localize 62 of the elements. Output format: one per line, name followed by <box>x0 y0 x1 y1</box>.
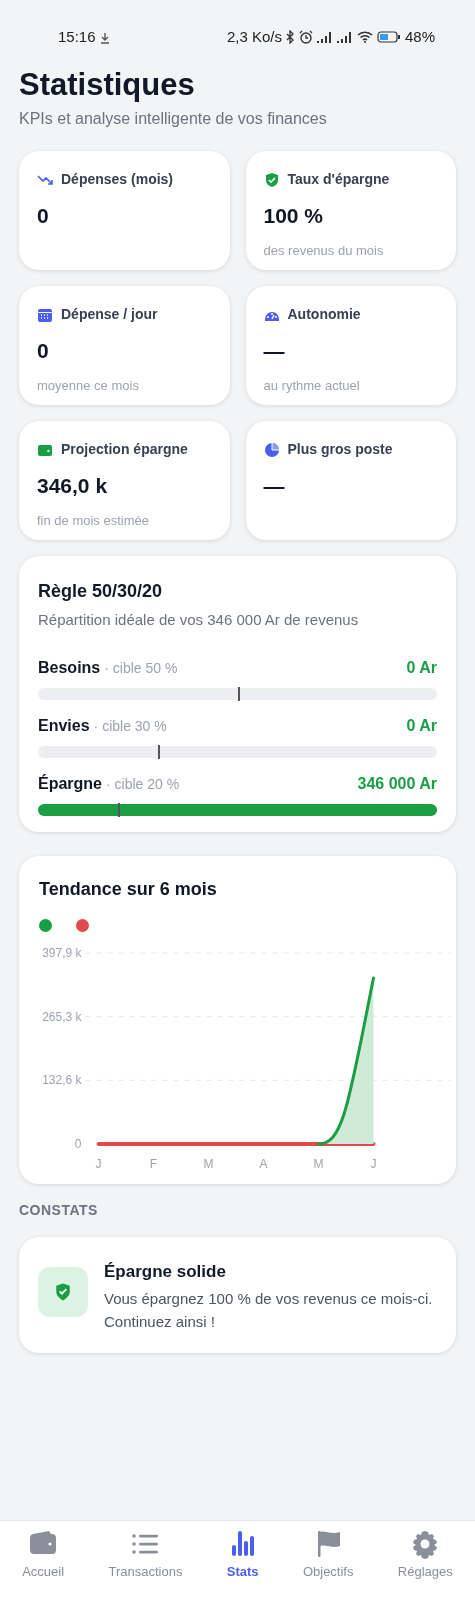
kpi-label: Plus gros poste <box>287 440 393 460</box>
network-speed: 2,3 Ko/s <box>226 26 282 47</box>
nav-tab[interactable]: Objectifs <box>302 1521 354 1600</box>
kpi-value: 100 % <box>263 203 325 230</box>
category-name: Envies <box>38 715 90 736</box>
nav-tab[interactable]: Réglages <box>397 1521 453 1600</box>
card-subtitle: Répartition idéale de vos 346 000 Ar de revenus <box>38 610 360 631</box>
card-title: Tendance sur 6 mois <box>39 877 218 901</box>
axis-label: M <box>203 1156 214 1171</box>
page-subtitle: KPIs et analyse intelligente de vos finances <box>19 109 328 130</box>
download-icon <box>99 31 110 44</box>
signal-icon <box>336 31 353 43</box>
axis-label: 0 <box>74 1136 82 1151</box>
kpi-value: — <box>263 473 286 500</box>
battery-percent: 48% <box>404 26 435 47</box>
axis-label: 132,6 k <box>42 1073 82 1088</box>
target-label: · cible 50 % <box>104 658 178 678</box>
category-name: Épargne <box>38 773 102 794</box>
kpi-value: 346,0 k <box>37 473 109 500</box>
kpi-note: au rythme actuel <box>263 376 361 395</box>
nav-tab[interactable]: Transactions <box>108 1521 183 1600</box>
axis-label: A <box>259 1156 268 1171</box>
kpi-label: Autonomie <box>287 305 361 325</box>
insight-text: Vous épargnez 100 % de vos revenus ce mois-ci. Continuez ainsi ! <box>104 1289 434 1332</box>
kpi-value: 0 <box>37 203 50 230</box>
status-time: 15:16 <box>58 26 96 47</box>
axis-label: F <box>149 1156 158 1171</box>
axis-label: J <box>370 1156 377 1171</box>
category-amount: 346 000 Ar <box>357 773 437 794</box>
target-label: · cible 20 % <box>106 774 180 794</box>
battery-icon <box>376 31 401 43</box>
kpi-note: des revenus du mois <box>263 241 385 260</box>
kpi-label: Dépenses (mois) <box>61 170 174 190</box>
category-amount: 0 Ar <box>406 715 437 736</box>
insight-title: Épargne solide <box>104 1260 227 1283</box>
kpi-label: Projection épargne <box>61 440 188 460</box>
kpi-note: fin de mois estimée <box>37 511 150 530</box>
kpi-note: moyenne ce mois <box>37 376 140 395</box>
section-heading: CONSTATS <box>19 1200 99 1220</box>
bluetooth-icon <box>285 30 295 44</box>
page-title: Statistiques <box>19 66 196 104</box>
kpi-label: Taux d'épargne <box>287 170 390 190</box>
axis-label: M <box>313 1156 324 1171</box>
shield-check-icon <box>54 1281 72 1302</box>
wifi-icon <box>356 31 373 43</box>
axis-label: J <box>95 1156 102 1171</box>
axis-label: 397,9 k <box>42 945 82 960</box>
kpi-label: Dépense / jour <box>61 305 158 325</box>
signal-icon <box>316 31 333 43</box>
nav-tab[interactable]: Accueil <box>22 1521 65 1600</box>
target-label: · cible 30 % <box>93 716 167 736</box>
pie-chart-icon <box>263 441 280 458</box>
shield-check-icon <box>263 171 280 188</box>
category-name: Besoins <box>38 657 101 678</box>
category-amount: 0 Ar <box>406 657 437 678</box>
kpi-value: 0 <box>37 338 50 365</box>
nav-tab[interactable]: Stats <box>226 1521 259 1600</box>
calendar-icon <box>37 306 53 323</box>
kpi-value: — <box>263 338 286 365</box>
axis-label: 265,3 k <box>42 1009 82 1024</box>
alarm-icon <box>298 30 313 44</box>
card-title: Règle 50/30/20 <box>38 580 164 604</box>
